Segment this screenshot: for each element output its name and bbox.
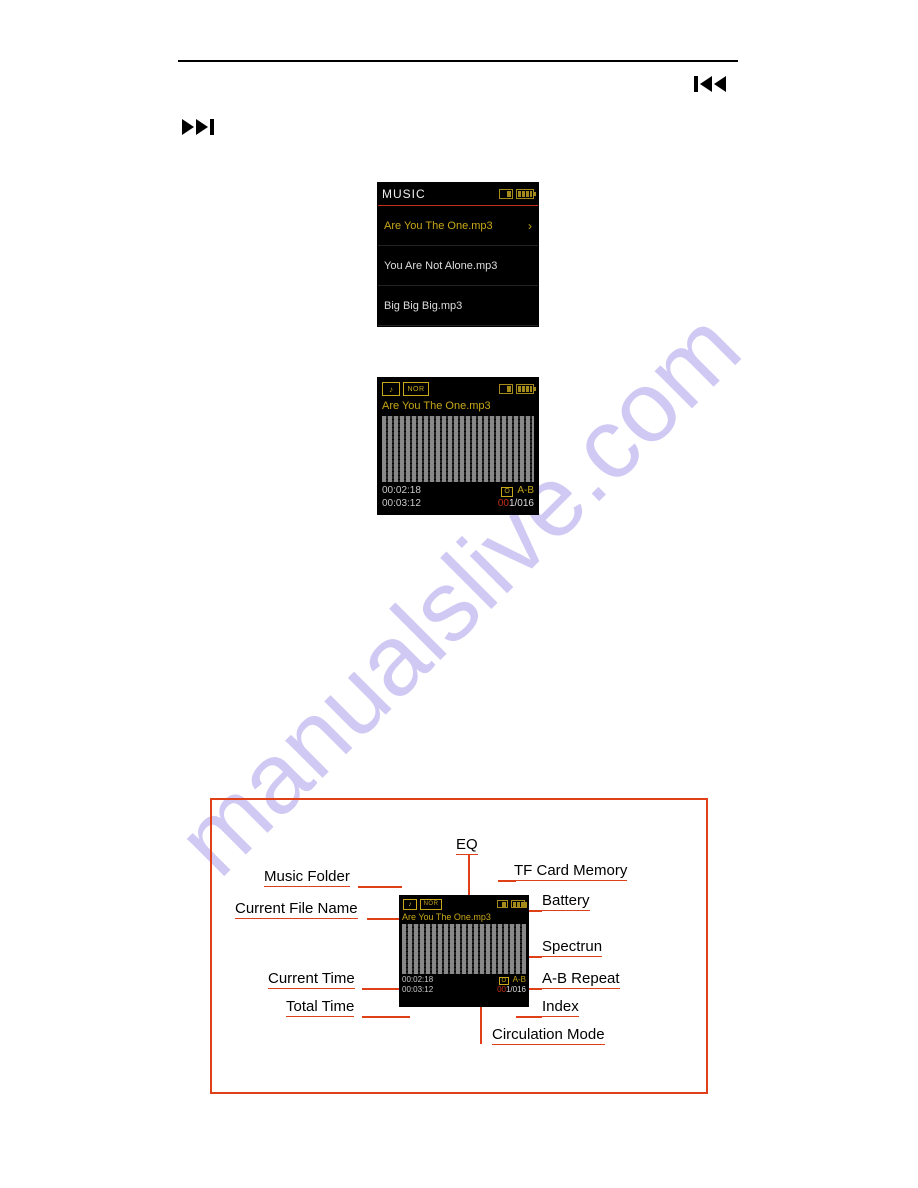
spectrum-visualizer bbox=[382, 416, 534, 482]
skip-prev-icon bbox=[694, 74, 728, 99]
music-folder-icon: ♪ bbox=[403, 899, 417, 910]
skip-next-icon bbox=[182, 117, 216, 142]
battery-icon bbox=[511, 900, 525, 908]
diagram-container: Music Folder Current File Name Current T… bbox=[210, 798, 708, 1094]
label-current-time: Current Time bbox=[268, 970, 355, 987]
list-item-label: Big Big Big.mp3 bbox=[384, 300, 462, 312]
index-highlight: 00 bbox=[498, 498, 509, 509]
current-file-name: Are You The One.mp3 bbox=[378, 398, 538, 414]
ab-repeat: A-B bbox=[517, 485, 534, 496]
current-time: 00:02:18 bbox=[382, 484, 421, 497]
battery-icon bbox=[516, 384, 534, 394]
tf-card-icon bbox=[499, 384, 513, 394]
list-item[interactable]: You Are Not Alone.mp3 bbox=[378, 246, 538, 286]
list-item[interactable]: Big Big Big.mp3 bbox=[378, 286, 538, 326]
index-rest: 1/016 bbox=[506, 985, 526, 994]
list-item-label: Are You The One.mp3 bbox=[384, 220, 493, 232]
label-eq: EQ bbox=[456, 836, 478, 853]
battery-icon bbox=[516, 189, 534, 199]
total-time: 00:03:12 bbox=[382, 497, 421, 510]
label-battery: Battery bbox=[542, 892, 590, 909]
label-ab-repeat: A-B Repeat bbox=[542, 970, 620, 987]
label-index: Index bbox=[542, 998, 579, 1015]
label-current-file: Current File Name bbox=[235, 900, 358, 917]
label-tf-card: TF Card Memory bbox=[514, 862, 627, 879]
list-item[interactable]: Are You The One.mp3 › bbox=[378, 206, 538, 246]
circulation-icon: O bbox=[501, 487, 513, 497]
label-spectrum: Spectrun bbox=[542, 938, 602, 955]
mini-now-playing-screen: ♪ NOR Are You The One.mp3 00:02:18 00:03… bbox=[399, 895, 529, 1007]
current-file-name: Are You The One.mp3 bbox=[399, 911, 529, 923]
tf-card-icon bbox=[497, 900, 508, 908]
horizontal-rule bbox=[178, 60, 738, 62]
total-time: 00:03:12 bbox=[402, 985, 433, 995]
now-playing-screen: ♪ NOR Are You The One.mp3 00:02:18 00:03… bbox=[377, 377, 539, 515]
ab-repeat: A-B bbox=[513, 975, 526, 984]
label-total-time: Total Time bbox=[286, 998, 354, 1015]
music-folder-icon: ♪ bbox=[382, 382, 400, 396]
spectrum-visualizer bbox=[402, 924, 526, 974]
label-circulation: Circulation Mode bbox=[492, 1026, 605, 1043]
tf-card-icon bbox=[499, 189, 513, 199]
index-highlight: 00 bbox=[497, 985, 506, 994]
circulation-icon: O bbox=[499, 977, 509, 985]
eq-badge: NOR bbox=[403, 382, 429, 396]
chevron-right-icon: › bbox=[528, 219, 532, 233]
list-item-label: You Are Not Alone.mp3 bbox=[384, 260, 497, 272]
screen-title: MUSIC bbox=[382, 187, 426, 201]
eq-badge: NOR bbox=[420, 899, 442, 910]
current-time: 00:02:18 bbox=[402, 975, 433, 985]
index-rest: 1/016 bbox=[509, 498, 534, 509]
label-music-folder: Music Folder bbox=[264, 868, 350, 885]
music-list-screen: MUSIC Are You The One.mp3 › You Are Not … bbox=[377, 182, 539, 327]
